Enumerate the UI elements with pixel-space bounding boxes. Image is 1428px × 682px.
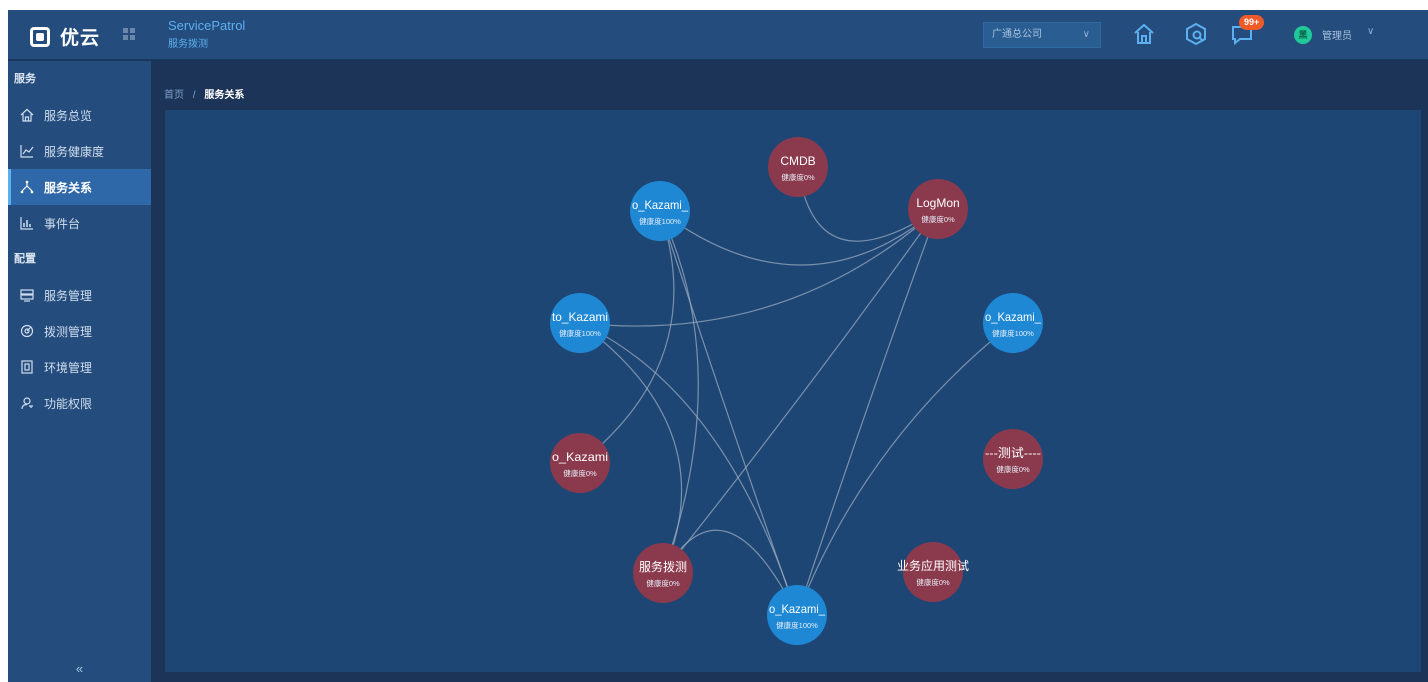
home-icon[interactable] — [1132, 22, 1156, 46]
breadcrumb-home[interactable]: 首页 — [164, 90, 184, 101]
sidebar-item-label: 环境管理 — [44, 360, 93, 375]
graph-node-health: 健康度0% — [996, 464, 1030, 474]
breadcrumb-current: 服务关系 — [204, 90, 245, 101]
graph-node-health: 健康度0% — [646, 578, 680, 588]
company-select[interactable]: 广通总公司 ∨ — [983, 22, 1101, 48]
graph-node-health: 健康度0% — [921, 214, 955, 224]
sidebar-item-label: 服务关系 — [44, 180, 93, 195]
sidebar-group-config: 配置 — [14, 253, 36, 265]
logo[interactable]: 优云 — [30, 23, 100, 50]
graph-node-label: ---测试---- — [985, 445, 1041, 460]
sidebar-item-label: 拨测管理 — [44, 324, 93, 339]
bar-chart-icon — [20, 217, 33, 230]
sidebar-item-environment-management[interactable]: 环境管理 — [8, 349, 151, 385]
logo-icon — [30, 26, 50, 47]
graph-node-label: 业务应用测试 — [897, 558, 969, 573]
sidebar-item-probe-management[interactable]: 拨测管理 — [8, 313, 151, 349]
probe-icon — [20, 324, 34, 338]
server-icon — [20, 289, 34, 302]
sidebar-item-service-management[interactable]: 服务管理 — [8, 277, 151, 313]
logo-text: 优云 — [60, 28, 101, 49]
graph-node-kz_t[interactable]: o_Kazami_ 健康度100% — [630, 181, 690, 241]
relation-graph: CMDB 健康度0% LogMon 健康度0% o_Kazami_ 健康度100% ---测… — [550, 137, 1043, 645]
graph-node-label: LogMon — [916, 196, 959, 210]
sidebar: 服务 服务总览 服务健康度 服务关系 事件台 配置 服务管理 拨测管理 环境管理… — [8, 61, 151, 682]
app-grid-icon[interactable] — [123, 28, 135, 40]
sidebar-item-label: 服务健康度 — [44, 144, 105, 159]
graph-node-bizapp[interactable]: 业务应用测试健康度0% — [897, 542, 969, 602]
graph-node-health: 健康度0% — [781, 172, 815, 182]
graph-node-health: 健康度0% — [916, 577, 950, 587]
relation-graph-panel: CMDB 健康度0% LogMon 健康度0% o_Kazami_ 健康度100% ---测… — [165, 110, 1421, 672]
sidebar-group-service: 服务 — [14, 73, 36, 85]
app-subtitle: 服务拨测 — [168, 39, 208, 50]
chevron-down-icon: ∨ — [1082, 29, 1090, 40]
top-bar: 优云 ServicePatrol 服务拨测 广通总公司 ∨ 99+ 黑 管理员 … — [8, 10, 1428, 60]
breadcrumb-separator: / — [192, 90, 196, 101]
user-key-icon — [21, 397, 33, 410]
graph-node-health: 健康度100% — [776, 620, 818, 630]
graph-nodes: CMDB 健康度0% LogMon 健康度0% o_Kazami_ 健康度100% ---测… — [550, 137, 1043, 645]
sidebar-collapse-button[interactable]: « — [8, 662, 151, 682]
box-search-icon[interactable] — [1184, 22, 1208, 46]
sidebar-item-event-console[interactable]: 事件台 — [8, 205, 151, 241]
graph-edge — [662, 208, 939, 574]
sidebar-item-label: 服务总览 — [44, 108, 93, 123]
graph-node-label: CMDB — [780, 154, 815, 168]
graph-node-kz_l[interactable]: to_Kazami 健康度100% — [550, 293, 610, 353]
graph-node-health: 健康度100% — [992, 328, 1034, 338]
graph-node-label: to_Kazami — [552, 310, 608, 324]
home-outline-icon — [20, 108, 34, 122]
sidebar-item-service-overview[interactable]: 服务总览 — [8, 97, 151, 133]
line-chart-icon — [20, 145, 34, 158]
graph-node-health: 健康度0% — [563, 468, 597, 478]
avatar[interactable]: 黑 — [1294, 26, 1312, 44]
sidebar-item-permissions[interactable]: 功能权限 — [8, 385, 151, 421]
graph-edge — [659, 208, 939, 266]
notification-badge: 99+ — [1239, 15, 1265, 30]
graph-node-logmon[interactable]: LogMon 健康度0% — [908, 179, 968, 239]
graph-node-health: 健康度100% — [559, 328, 601, 338]
sidebar-item-service-health[interactable]: 服务健康度 — [8, 133, 151, 169]
graph-node-label: o_Kazami_ — [769, 602, 825, 616]
graph-node-label: 服务拨测 — [639, 559, 687, 574]
relation-icon — [20, 180, 34, 194]
user-name[interactable]: 管理员 — [1322, 27, 1352, 42]
sidebar-item-service-relation[interactable]: 服务关系 — [8, 169, 151, 205]
sidebar-item-label: 功能权限 — [44, 396, 93, 411]
graph-node-kz_lr[interactable]: o_Kazami 健康度0% — [550, 433, 610, 493]
graph-node-boce[interactable]: 服务拨测健康度0% — [633, 543, 693, 603]
graph-edge — [579, 208, 939, 327]
sidebar-item-label: 事件台 — [44, 216, 81, 231]
graph-node-test[interactable]: ---测试---- 健康度0% — [983, 429, 1043, 489]
graph-node-kz_r[interactable]: o_Kazami_ 健康度100% — [983, 293, 1043, 353]
graph-node-label: o_Kazami_ — [985, 310, 1041, 324]
graph-node-kz_b[interactable]: o_Kazami_ 健康度100% — [767, 585, 827, 645]
graph-node-cmdb[interactable]: CMDB 健康度0% — [768, 137, 828, 197]
environment-icon — [21, 360, 33, 374]
breadcrumb: 首页 / 服务关系 — [164, 86, 244, 101]
graph-node-label: o_Kazami — [552, 450, 608, 464]
app-title: ServicePatrol — [168, 18, 246, 33]
graph-node-health: 健康度100% — [639, 216, 681, 226]
chevron-down-icon[interactable]: ∨ — [1367, 26, 1374, 37]
graph-node-label: o_Kazami_ — [632, 198, 688, 212]
sidebar-item-label: 服务管理 — [44, 288, 93, 303]
company-select-value: 广通总公司 — [992, 29, 1042, 40]
app-window: 优云 ServicePatrol 服务拨测 广通总公司 ∨ 99+ 黑 管理员 … — [8, 10, 1428, 682]
